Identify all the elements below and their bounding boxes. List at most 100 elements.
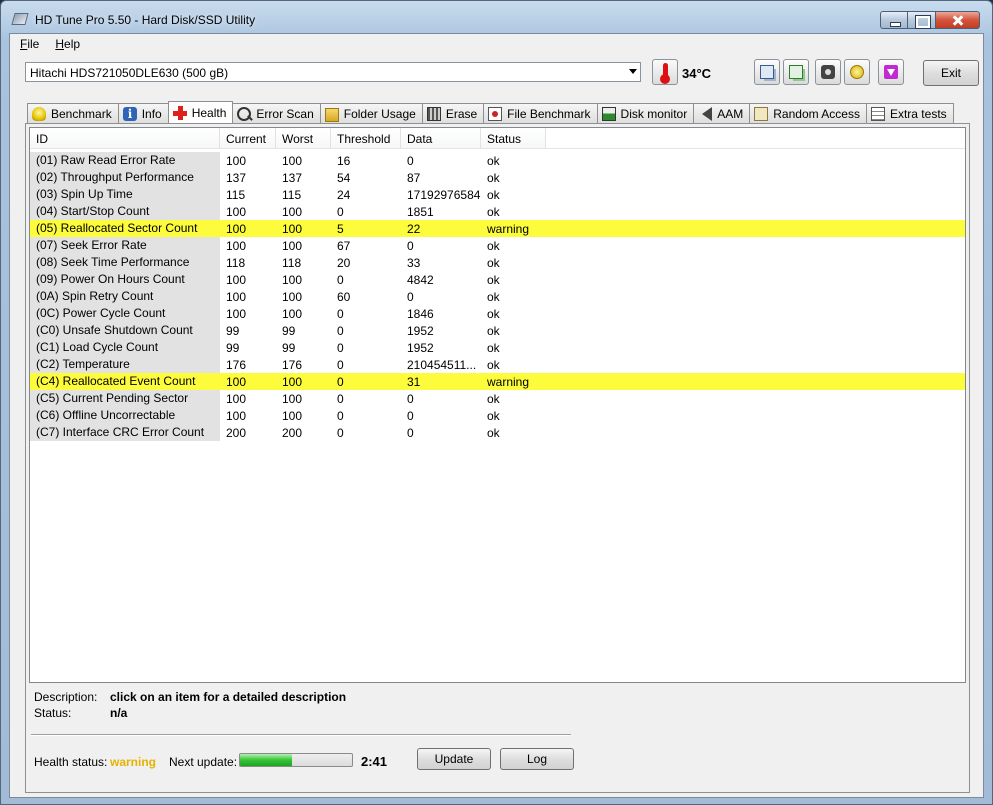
table-row[interactable]: (08) Seek Time Performance 118 118 20 33 ok bbox=[30, 254, 965, 271]
copy-text-button[interactable] bbox=[754, 59, 780, 85]
tab-folder-usage[interactable]: Folder Usage bbox=[319, 103, 423, 123]
attribute-worst: 100 bbox=[282, 391, 303, 406]
attribute-status: ok bbox=[487, 153, 500, 168]
attribute-worst: 176 bbox=[282, 357, 303, 372]
attribute-current: 100 bbox=[226, 306, 247, 321]
app-icon bbox=[11, 13, 29, 25]
attribute-status: ok bbox=[487, 340, 500, 355]
maximize-button[interactable] bbox=[908, 11, 936, 29]
log-button[interactable]: Log bbox=[500, 748, 574, 770]
maximize-icon bbox=[908, 12, 935, 29]
attribute-worst: 100 bbox=[282, 289, 303, 304]
table-row[interactable]: (03) Spin Up Time 115 115 24 17192976584 ok bbox=[30, 186, 965, 203]
attribute-worst: 118 bbox=[282, 255, 302, 270]
close-button[interactable] bbox=[936, 11, 980, 29]
table-row[interactable]: (C7) Interface CRC Error Count 200 200 0 0 ok bbox=[30, 424, 965, 441]
attribute-id: (C2) Temperature bbox=[30, 356, 220, 373]
thermometer-icon bbox=[652, 59, 678, 85]
table-row[interactable]: (04) Start/Stop Count 100 100 0 1851 ok bbox=[30, 203, 965, 220]
tab-label: Extra tests bbox=[889, 106, 947, 121]
tab-benchmark[interactable]: Benchmark bbox=[27, 103, 119, 123]
tab-file-benchmark[interactable]: File Benchmark bbox=[483, 103, 598, 123]
attribute-id: (C7) Interface CRC Error Count bbox=[30, 424, 220, 441]
attribute-current: 100 bbox=[226, 289, 247, 304]
attribute-worst: 115 bbox=[282, 187, 302, 202]
tab-bar: Benchmark Info Health Error Scan Folder … bbox=[27, 101, 954, 123]
attribute-data: 1952 bbox=[407, 340, 434, 355]
tab-random-access[interactable]: Random Access bbox=[749, 103, 867, 123]
tab-label: Disk monitor bbox=[620, 106, 688, 121]
next-update-progress bbox=[239, 753, 353, 767]
attribute-id: (03) Spin Up Time bbox=[30, 186, 220, 203]
attribute-id: (0C) Power Cycle Count bbox=[30, 305, 220, 322]
attribute-current: 100 bbox=[226, 153, 247, 168]
attribute-threshold: 0 bbox=[337, 204, 344, 219]
column-header-id[interactable]: ID bbox=[30, 128, 220, 148]
info-icon bbox=[122, 106, 137, 121]
screenshot-button[interactable] bbox=[815, 59, 841, 85]
attribute-id: (01) Raw Read Error Rate bbox=[30, 152, 220, 169]
attribute-status: ok bbox=[487, 238, 500, 253]
tab-disk-monitor[interactable]: Disk monitor bbox=[596, 103, 695, 123]
table-row[interactable]: (07) Seek Error Rate 100 100 67 0 ok bbox=[30, 237, 965, 254]
column-header-current[interactable]: Current bbox=[220, 128, 276, 148]
table-row[interactable]: (C1) Load Cycle Count 99 99 0 1952 ok bbox=[30, 339, 965, 356]
table-row[interactable]: (0A) Spin Retry Count 100 100 60 0 ok bbox=[30, 288, 965, 305]
table-row[interactable]: (C5) Current Pending Sector 100 100 0 0 ok bbox=[30, 390, 965, 407]
attribute-threshold: 0 bbox=[337, 357, 344, 372]
attribute-threshold: 5 bbox=[337, 221, 344, 236]
tab-info[interactable]: Info bbox=[117, 103, 169, 123]
smart-attributes-list[interactable]: ID Current Worst Threshold Data Status (… bbox=[29, 127, 966, 683]
minimize-button[interactable] bbox=[880, 11, 908, 29]
table-row[interactable]: (C2) Temperature 176 176 0 210454511... ok bbox=[30, 356, 965, 373]
title-bar[interactable]: HD Tune Pro 5.50 - Hard Disk/SSD Utility bbox=[1, 1, 992, 33]
column-header-status[interactable]: Status bbox=[481, 128, 546, 148]
exit-button[interactable]: Exit bbox=[923, 60, 979, 86]
options-icon bbox=[850, 65, 864, 79]
attribute-threshold: 0 bbox=[337, 425, 344, 440]
table-row[interactable]: (05) Reallocated Sector Count 100 100 5 22 wa… bbox=[30, 220, 965, 237]
attribute-worst: 100 bbox=[282, 238, 303, 253]
magnifier-icon bbox=[237, 106, 252, 121]
table-row[interactable]: (C6) Offline Uncorrectable 100 100 0 0 ok bbox=[30, 407, 965, 424]
attribute-status: ok bbox=[487, 272, 500, 287]
health-status-bar: Health status: warning Next update: 2:41… bbox=[34, 748, 964, 778]
table-row[interactable]: (09) Power On Hours Count 100 100 0 4842 ok bbox=[30, 271, 965, 288]
copy-screenshot-icon bbox=[789, 65, 803, 79]
attribute-status: ok bbox=[487, 204, 500, 219]
tab-label: Random Access bbox=[773, 106, 860, 121]
attribute-current: 118 bbox=[226, 255, 246, 270]
update-button[interactable]: Update bbox=[417, 748, 491, 770]
random-access-icon bbox=[754, 106, 769, 121]
next-update-label: Next update: bbox=[169, 755, 238, 769]
tab-label: Info bbox=[141, 106, 162, 121]
table-row[interactable]: (01) Raw Read Error Rate 100 100 16 0 ok bbox=[30, 152, 965, 169]
attribute-id: (C1) Load Cycle Count bbox=[30, 339, 220, 356]
app-window: HD Tune Pro 5.50 - Hard Disk/SSD Utility… bbox=[0, 0, 993, 805]
table-row[interactable]: (0C) Power Cycle Count 100 100 0 1846 ok bbox=[30, 305, 965, 322]
attribute-id: (02) Throughput Performance bbox=[30, 169, 220, 186]
table-row[interactable]: (C0) Unsafe Shutdown Count 99 99 0 1952 ok bbox=[30, 322, 965, 339]
tab-aam[interactable]: AAM bbox=[693, 103, 751, 123]
download-button[interactable] bbox=[878, 59, 904, 85]
attribute-data: 0 bbox=[407, 408, 414, 423]
table-row[interactable]: (02) Throughput Performance 137 137 54 87 ok bbox=[30, 169, 965, 186]
column-header-data[interactable]: Data bbox=[401, 128, 481, 148]
drive-select[interactable]: Hitachi HDS721050DLE630 (500 gB) bbox=[25, 62, 641, 82]
column-header-threshold[interactable]: Threshold bbox=[331, 128, 401, 148]
table-row[interactable]: (C4) Reallocated Event Count 100 100 0 31 war… bbox=[30, 373, 965, 390]
tab-extra-tests[interactable]: Extra tests bbox=[865, 103, 954, 123]
health-panel: ID Current Worst Threshold Data Status (… bbox=[25, 123, 970, 793]
options-button[interactable] bbox=[844, 59, 870, 85]
attribute-data: 0 bbox=[407, 425, 414, 440]
tab-error-scan[interactable]: Error Scan bbox=[232, 103, 321, 123]
attribute-id: (05) Reallocated Sector Count bbox=[30, 220, 220, 237]
attribute-threshold: 24 bbox=[337, 187, 351, 202]
menu-file[interactable]: File bbox=[20, 37, 39, 51]
copy-screenshot-button[interactable] bbox=[783, 59, 809, 85]
column-header-worst[interactable]: Worst bbox=[276, 128, 331, 148]
drive-select-value: Hitachi HDS721050DLE630 (500 gB) bbox=[30, 66, 229, 80]
menu-help[interactable]: Help bbox=[55, 37, 80, 51]
tab-erase[interactable]: Erase bbox=[421, 103, 485, 123]
tab-health[interactable]: Health bbox=[167, 101, 234, 123]
